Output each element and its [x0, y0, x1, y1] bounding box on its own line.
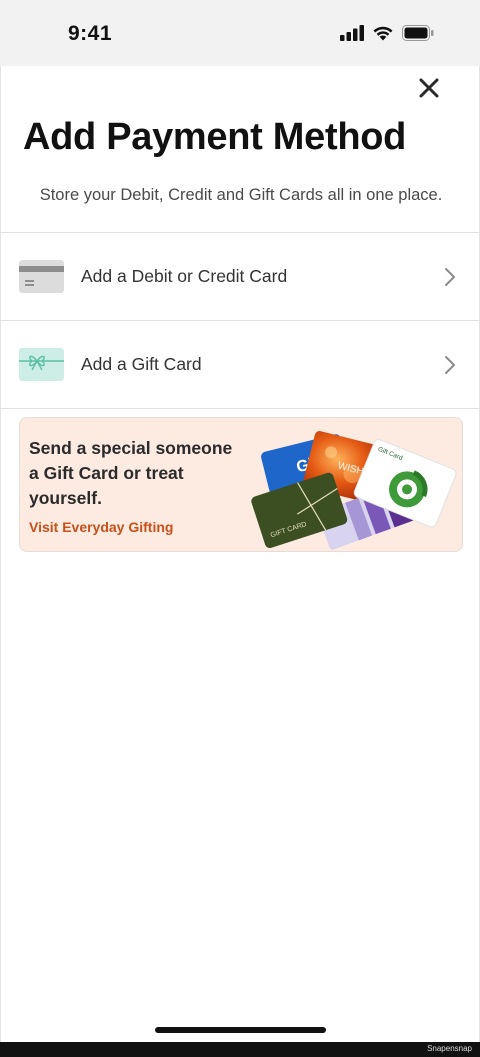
page-subtitle: Store your Debit, Credit and Gift Cards …	[39, 186, 443, 204]
page-title: Add Payment Method	[23, 116, 407, 158]
gift-cards-illustration: Gift Card WISH Gift Card	[251, 431, 457, 550]
credit-card-icon	[19, 260, 64, 293]
chevron-right-icon	[445, 267, 455, 286]
divider	[1, 408, 480, 409]
status-bar: 9:41	[0, 0, 480, 66]
footer-bar: Snapensnap	[0, 1042, 480, 1057]
close-button[interactable]	[415, 74, 443, 102]
status-time: 9:41	[68, 22, 113, 45]
wifi-icon	[373, 26, 393, 41]
row-label: Add a Gift Card	[81, 354, 202, 374]
close-icon	[419, 78, 439, 98]
add-gift-card-row[interactable]: Add a Gift Card	[1, 321, 480, 408]
payment-method-sheet: Add Payment Method Store your Debit, Cre…	[0, 66, 480, 1042]
cellular-signal-icon	[340, 25, 364, 41]
gift-card-icon	[19, 348, 64, 381]
add-debit-credit-card-row[interactable]: Add a Debit or Credit Card	[1, 233, 480, 320]
row-label: Add a Debit or Credit Card	[81, 266, 288, 286]
footer-brand: Snapensnap	[427, 1044, 472, 1053]
chevron-right-icon	[445, 355, 455, 374]
status-icons	[340, 25, 434, 41]
home-indicator[interactable]	[155, 1027, 326, 1033]
everyday-gifting-banner[interactable]: Send a special someone a Gift Card or tr…	[19, 417, 463, 552]
battery-icon	[402, 25, 434, 41]
visit-everyday-gifting-link[interactable]: Visit Everyday Gifting	[29, 519, 173, 535]
promo-heading: Send a special someone a Gift Card or tr…	[29, 438, 233, 508]
